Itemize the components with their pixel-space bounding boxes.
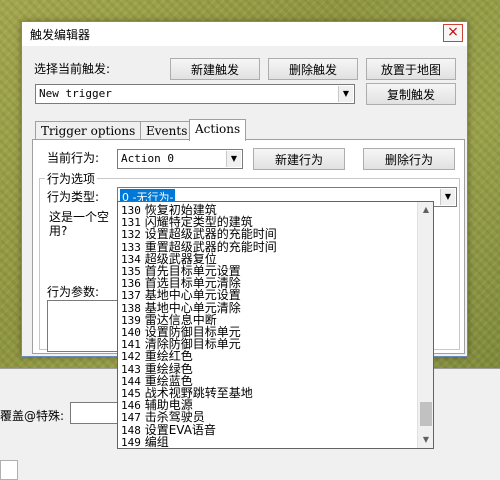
scroll-thumb[interactable]: [420, 402, 432, 426]
dropdown-item-number: 147: [121, 411, 141, 425]
action-params-box[interactable]: [47, 300, 127, 352]
bottom-left-box[interactable]: [0, 460, 18, 480]
dropdown-item-number: 137: [121, 289, 141, 303]
dropdown-item-number: 144: [121, 374, 141, 388]
dialog-title: 触发编辑器: [30, 28, 91, 42]
action-params-label: 行为参数:: [47, 285, 100, 299]
dropdown-item-number: 148: [121, 423, 141, 437]
dropdown-item-number: 149: [121, 435, 141, 449]
close-icon: ×: [447, 24, 459, 40]
tab-actions[interactable]: Actions: [189, 119, 247, 141]
action-type-label: 行为类型:: [47, 190, 100, 204]
scroll-down-icon[interactable]: ▼: [418, 432, 433, 448]
overlay-label: 覆盖@特殊:: [0, 409, 65, 423]
title-bar[interactable]: 触发编辑器 ×: [22, 22, 467, 46]
current-action-label: 当前行为:: [47, 151, 100, 165]
tab-trigger-options[interactable]: Trigger options: [35, 121, 142, 141]
action-type-dropdown-list[interactable]: 130 恢复初始建筑 131 闪耀特定类型的建筑 132 设置超级武器的充能时间 13…: [117, 201, 434, 449]
dropdown-item-number: 139: [121, 313, 141, 327]
trigger-select[interactable]: New trigger ▼: [35, 84, 355, 104]
delete-trigger-button[interactable]: 删除触发: [268, 58, 358, 80]
dropdown-item-label: 编组: [144, 434, 169, 449]
select-trigger-label: 选择当前触发:: [34, 62, 111, 76]
delete-action-button[interactable]: 删除行为: [363, 148, 455, 170]
dropdown-item-number: 132: [121, 228, 141, 242]
tab-events[interactable]: Events: [140, 121, 194, 141]
action-select-value: Action 0: [121, 152, 174, 165]
chevron-down-icon[interactable]: ▼: [338, 86, 353, 102]
dropdown-scrollbar[interactable]: ▲ ▼: [417, 202, 433, 448]
dropdown-item-number: 143: [121, 362, 141, 376]
copy-trigger-button[interactable]: 复制触发: [366, 83, 456, 105]
scroll-up-icon[interactable]: ▲: [418, 202, 433, 218]
trigger-select-value: New trigger: [39, 87, 112, 100]
dropdown-item-number: 138: [121, 301, 141, 315]
chevron-down-icon[interactable]: ▼: [226, 151, 241, 167]
new-trigger-button[interactable]: 新建触发: [170, 58, 260, 80]
chevron-down-icon[interactable]: ▼: [440, 189, 455, 205]
dropdown-item-number: 133: [121, 240, 141, 254]
place-on-map-button[interactable]: 放置于地图: [366, 58, 456, 80]
close-button[interactable]: ×: [443, 24, 463, 42]
dropdown-item-number: 134: [121, 252, 141, 266]
dropdown-item[interactable]: 149 编组: [121, 434, 169, 449]
dropdown-item-number: 142: [121, 350, 141, 364]
new-action-button[interactable]: 新建行为: [253, 148, 345, 170]
action-select[interactable]: Action 0 ▼: [117, 149, 243, 169]
action-options-label: 行为选项: [45, 170, 98, 187]
